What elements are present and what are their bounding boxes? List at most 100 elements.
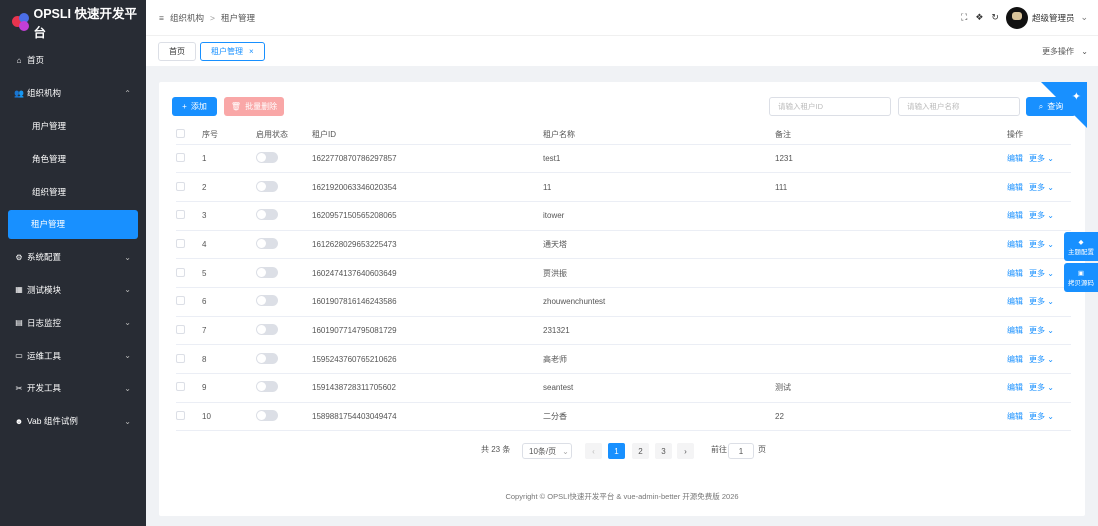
breadcrumb-item[interactable]: 组织机构 (170, 12, 204, 24)
more-actions-link[interactable]: 更多 ⌄ (1029, 383, 1054, 392)
edit-link[interactable]: 编辑 (1007, 297, 1023, 306)
tools-icon: ✂ (15, 383, 23, 393)
sidebar-item[interactable]: ▭ 运维工具 ⌄ (0, 339, 146, 372)
sidebar-item[interactable]: ⌂ 首页 (0, 44, 146, 77)
theme-icon[interactable]: ❖ (975, 12, 983, 23)
sidebar-item[interactable]: 组织管理 (0, 175, 146, 208)
theme-config-button[interactable]: ◆ 主题配置 (1064, 232, 1098, 261)
batch-delete-button[interactable]: 🗑 批量删除 (224, 97, 284, 116)
tab-tenant-management[interactable]: 租户管理 × (200, 42, 265, 61)
status-switch[interactable] (256, 352, 278, 364)
next-page-button[interactable]: › (677, 443, 694, 459)
row-checkbox[interactable] (176, 152, 185, 162)
page-button[interactable]: 2 (632, 443, 649, 459)
more-actions-link[interactable]: 更多 ⌄ (1029, 412, 1054, 421)
row-tenant-id: 1620957150565208065 (312, 201, 543, 231)
row-checkbox[interactable] (176, 181, 185, 191)
status-switch[interactable] (256, 295, 278, 307)
user-name[interactable]: 超级管理员 (1032, 12, 1075, 24)
edit-link[interactable]: 编辑 (1007, 355, 1023, 364)
status-switch[interactable] (256, 323, 278, 335)
menu-fold-icon[interactable]: ≡ (159, 13, 164, 23)
edit-link[interactable]: 编辑 (1007, 211, 1023, 220)
sidebar-item[interactable]: ✂ 开发工具 ⌄ (0, 372, 146, 405)
page-button[interactable]: 1 (608, 443, 625, 459)
row-tenant-id: 1591438728311705602 (312, 373, 543, 403)
status-switch[interactable] (256, 151, 278, 163)
more-actions-link[interactable]: 更多 ⌄ (1029, 355, 1054, 364)
add-button[interactable]: + 添加 (172, 97, 217, 116)
edit-link[interactable]: 编辑 (1007, 383, 1023, 392)
sidebar-item[interactable]: ▤ 日志监控 ⌄ (0, 306, 146, 339)
copy-source-button[interactable]: ▣ 拷贝源码 (1064, 263, 1098, 292)
sidebar-item[interactable]: 租户管理 (8, 209, 138, 239)
table-row: 10 1589881754403049474 二分香 22 编辑 更多 ⌄ (176, 402, 1071, 432)
edit-link[interactable]: 编辑 (1007, 240, 1023, 249)
prev-page-button[interactable]: ‹ (585, 443, 602, 459)
close-icon[interactable]: × (249, 47, 254, 56)
select-all-checkbox[interactable] (176, 129, 185, 139)
app-logo[interactable]: OPSLI 快速开发平台 (0, 0, 146, 44)
row-checkbox[interactable] (176, 267, 185, 277)
fullscreen-icon[interactable]: ⛶ (961, 12, 967, 23)
edit-link[interactable]: 编辑 (1007, 154, 1023, 163)
tab-home[interactable]: 首页 (158, 42, 196, 61)
status-switch[interactable] (256, 266, 278, 278)
row-tenant-name: itower (543, 201, 775, 231)
sidebar-item[interactable]: ▦ 测试模块 ⌄ (0, 274, 146, 307)
sidebar-item[interactable]: ☻ Vab 组件试例 ⌄ (0, 405, 146, 438)
github-icon: ✦ (1071, 91, 1081, 103)
gear-icon: ⚙ (15, 252, 23, 262)
sidebar-item[interactable]: 👥 组织机构 ⌃ (0, 77, 146, 110)
status-switch[interactable] (256, 209, 278, 221)
table-row: 8 1595243760765210626 高老师 编辑 更多 ⌄ (176, 344, 1071, 374)
edit-link[interactable]: 编辑 (1007, 326, 1023, 335)
row-checkbox[interactable] (176, 382, 185, 392)
status-switch[interactable] (256, 381, 278, 393)
table-row: 3 1620957150565208065 itower 编辑 更多 ⌄ (176, 201, 1071, 231)
row-checkbox[interactable] (176, 296, 185, 306)
row-actions: 编辑 更多 ⌄ (1007, 316, 1071, 346)
more-actions-link[interactable]: 更多 ⌄ (1029, 240, 1054, 249)
chevron-down-icon: ⌄ (1047, 153, 1054, 163)
row-checkbox[interactable] (176, 238, 185, 248)
goto-page-input[interactable]: 1 (728, 443, 754, 459)
tenant-id-search-input[interactable]: 请输入租户ID (769, 97, 891, 116)
status-switch[interactable] (256, 410, 278, 422)
more-actions-link[interactable]: 更多 ⌄ (1029, 183, 1054, 192)
group-icon: ☻ (14, 416, 24, 426)
sidebar-item[interactable]: ⚙ 系统配置 ⌄ (0, 241, 146, 274)
goto-prefix: 前往 (711, 445, 727, 454)
edit-link[interactable]: 编辑 (1007, 412, 1023, 421)
page-button[interactable]: 3 (655, 443, 672, 459)
row-checkbox[interactable] (176, 411, 185, 421)
more-actions-link[interactable]: 更多 ⌄ (1029, 154, 1054, 163)
more-actions-link[interactable]: 更多 ⌄ (1029, 211, 1054, 220)
row-checkbox[interactable] (176, 324, 185, 334)
more-actions-link[interactable]: 更多 ⌄ (1029, 297, 1054, 306)
refresh-icon[interactable]: ↻ (991, 12, 999, 23)
avatar[interactable] (1005, 6, 1028, 29)
palette-icon: ◆ (1078, 238, 1084, 246)
row-checkbox[interactable] (176, 353, 185, 363)
chevron-down-icon[interactable]: ⌄ (1080, 12, 1088, 23)
row-checkbox[interactable] (176, 210, 185, 220)
page-size-select[interactable]: 10条/页 ⌄ (522, 443, 572, 459)
tenant-name-search-input[interactable]: 请输入租户名称 (898, 97, 1020, 116)
sidebar-item[interactable]: 角色管理 (0, 142, 146, 175)
more-actions-link[interactable]: 更多 ⌄ (1029, 269, 1054, 278)
chevron-down-icon: ⌄ (1047, 325, 1054, 335)
more-actions-link[interactable]: 更多 ⌄ (1029, 326, 1054, 335)
goto-suffix: 页 (758, 445, 766, 454)
more-operations-dropdown[interactable]: 更多操作 ⌄ (1042, 46, 1088, 57)
page-size-value: 10条/页 (529, 446, 557, 456)
row-tenant-name: zhouwenchuntest (543, 287, 775, 317)
edit-link[interactable]: 编辑 (1007, 269, 1023, 278)
row-actions: 编辑 更多 ⌄ (1007, 344, 1071, 374)
status-switch[interactable] (256, 180, 278, 192)
status-switch[interactable] (256, 237, 278, 249)
row-index: 3 (202, 201, 256, 231)
row-tenant-id: 1601907816146243586 (312, 287, 543, 317)
edit-link[interactable]: 编辑 (1007, 183, 1023, 192)
sidebar-item[interactable]: 用户管理 (0, 110, 146, 143)
